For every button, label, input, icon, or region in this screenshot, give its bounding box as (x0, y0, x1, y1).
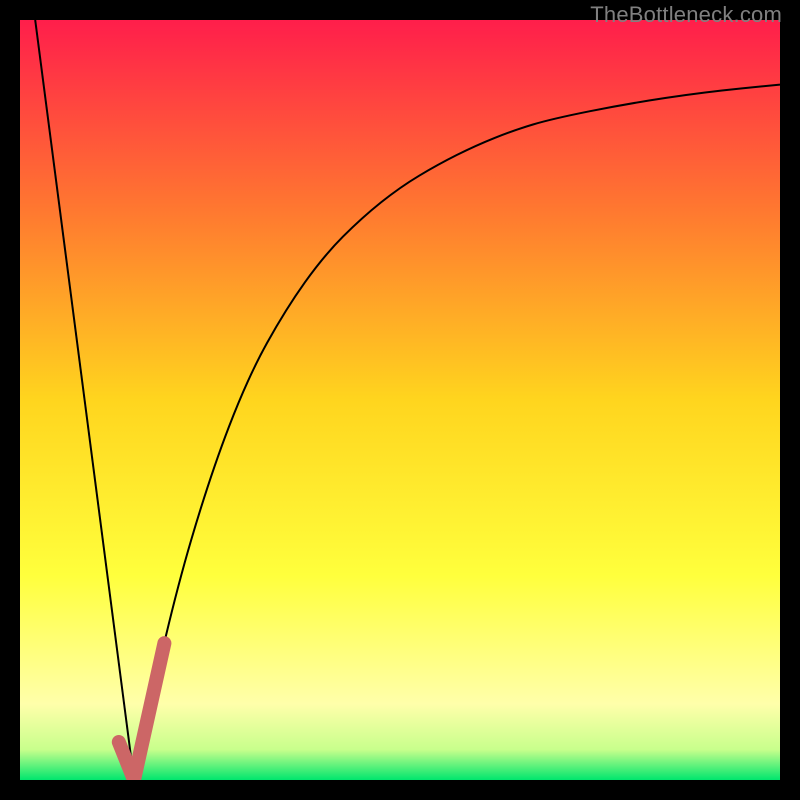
watermark-text: TheBottleneck.com (590, 2, 782, 28)
bottleneck-chart (20, 20, 780, 780)
chart-frame: TheBottleneck.com (0, 0, 800, 800)
gradient-background (20, 20, 780, 780)
